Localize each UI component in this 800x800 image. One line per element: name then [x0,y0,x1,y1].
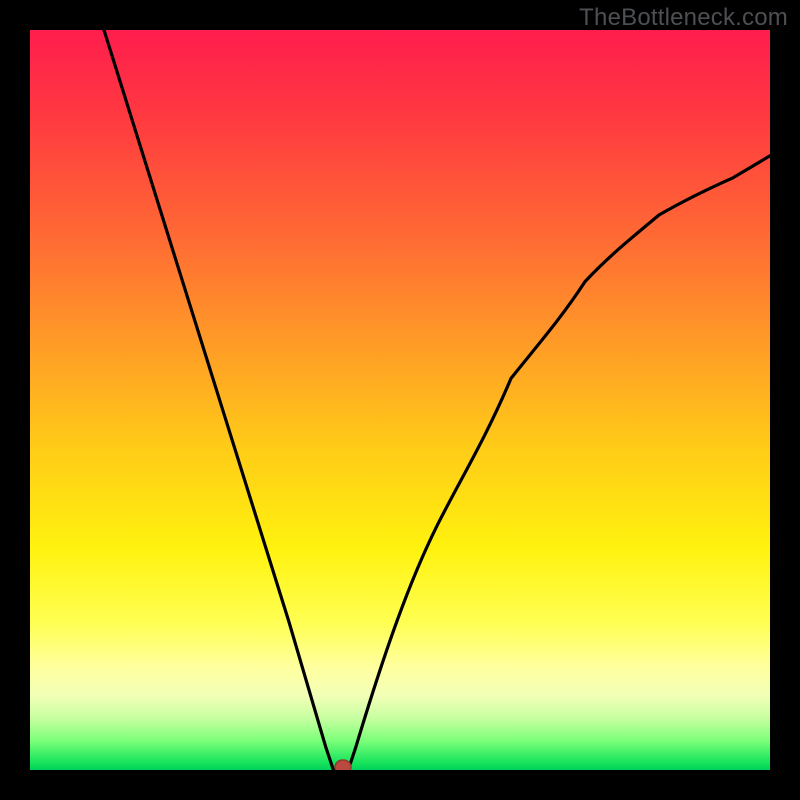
curve-path [104,30,770,770]
marker-dot [335,760,351,770]
watermark-text: TheBottleneck.com [579,4,788,32]
bottleneck-curve [30,30,770,770]
plot-area [30,30,770,770]
chart-frame: TheBottleneck.com [0,0,800,800]
